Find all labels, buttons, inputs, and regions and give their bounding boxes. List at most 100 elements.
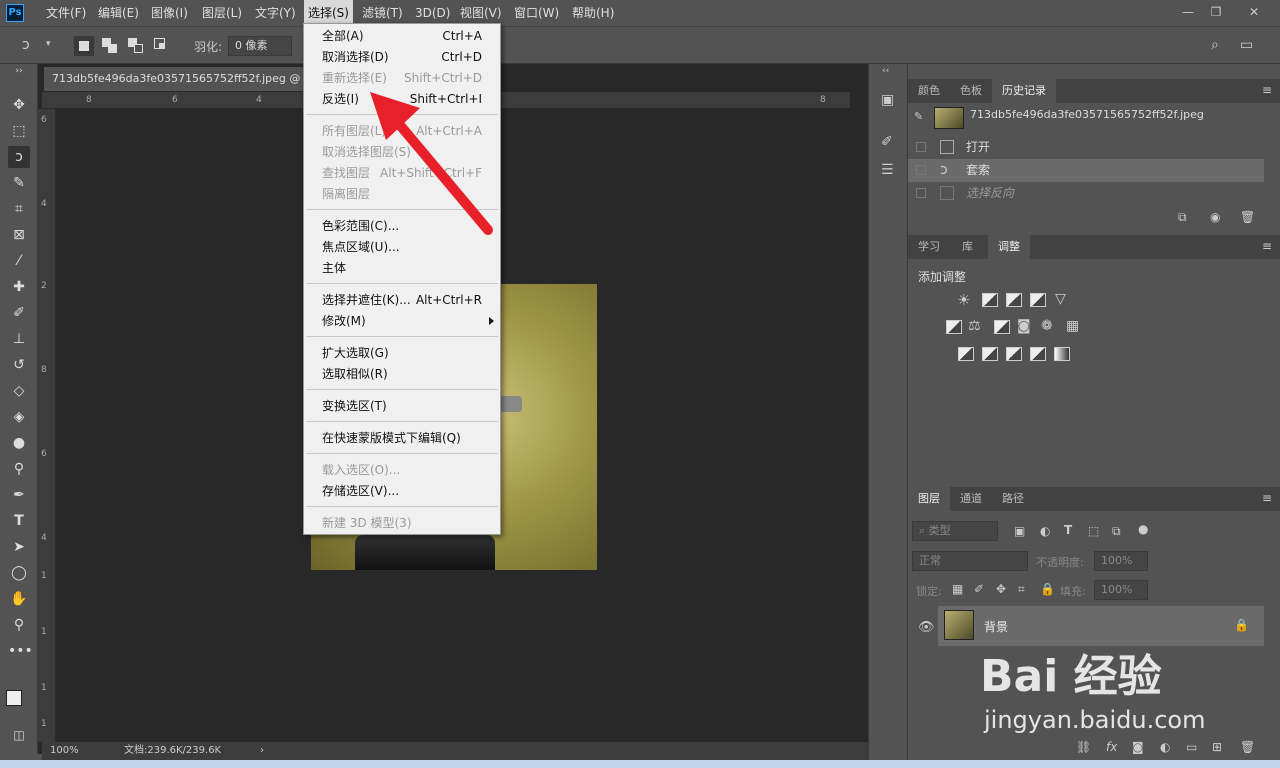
exposure-icon[interactable]	[1030, 293, 1046, 307]
quick-select-tool-icon[interactable]: ✎	[8, 172, 30, 194]
threshold-icon[interactable]	[1006, 347, 1022, 361]
lasso-preset-icon[interactable]: ↄ	[22, 37, 30, 53]
tab-layers[interactable]: 图层	[908, 487, 950, 511]
shape-filter-icon[interactable]: ⬚	[1088, 524, 1099, 538]
lasso-tool-icon[interactable]: ↄ	[8, 146, 30, 168]
menu-window[interactable]: 窗口(W)	[514, 0, 559, 26]
quick-mask-icon[interactable]: ◫	[8, 724, 30, 746]
history-source-icon[interactable]: ✎	[914, 110, 923, 123]
menu-type[interactable]: 文字(Y)	[255, 0, 296, 26]
menu-item-subject[interactable]: 主体	[304, 258, 500, 279]
move-tool-icon[interactable]: ✥	[8, 94, 30, 116]
properties-icon[interactable]: ▣	[881, 92, 894, 108]
chevron-right-icon[interactable]: ›	[260, 742, 264, 760]
new-group-icon[interactable]: ▭	[1186, 740, 1197, 754]
posterize-icon[interactable]	[982, 347, 998, 361]
stamp-tool-icon[interactable]: ⊥	[8, 328, 30, 350]
panel-menu-icon[interactable]: ≡	[1262, 239, 1272, 253]
history-state[interactable]: 打开	[908, 136, 1264, 159]
lock-artboard-icon[interactable]: ⌗	[1018, 582, 1025, 597]
menu-item-quick-mask[interactable]: 在快速蒙版模式下编辑(Q)	[304, 428, 500, 449]
sliders-icon[interactable]: ☰	[881, 162, 894, 178]
chevron-down-icon[interactable]: ▾	[46, 39, 51, 49]
menu-item-save-selection[interactable]: 存储选区(V)...	[304, 481, 500, 502]
filter-toggle-icon[interactable]: ●	[1138, 522, 1148, 536]
hue-saturation-icon[interactable]	[946, 320, 962, 334]
tab-history[interactable]: 历史记录	[992, 79, 1056, 103]
ellipse-tool-icon[interactable]: ◯	[8, 562, 30, 584]
add-selection-button[interactable]	[100, 36, 120, 56]
selective-color-icon[interactable]	[1030, 347, 1046, 361]
invert-icon[interactable]	[958, 347, 974, 361]
collapse-icon[interactable]: ››	[8, 64, 30, 78]
lock-transparent-icon[interactable]: ▦	[952, 582, 963, 596]
adjustment-filter-icon[interactable]: ◐	[1040, 524, 1050, 538]
brush-settings-icon[interactable]: ✐	[881, 134, 893, 150]
vibrance-icon[interactable]: ▽	[1055, 291, 1066, 307]
panel-menu-icon[interactable]: ≡	[1262, 491, 1272, 505]
trash-icon[interactable]: 🗑	[1240, 740, 1255, 754]
add-mask-icon[interactable]: ◙	[1132, 740, 1144, 754]
subtract-selection-button[interactable]	[126, 36, 146, 56]
history-brush-tool-icon[interactable]: ↺	[8, 354, 30, 376]
color-balance-icon[interactable]: ⚖	[968, 318, 981, 334]
restore-icon[interactable]: ❐	[1204, 2, 1228, 22]
blend-mode-select[interactable]: 正常	[912, 551, 1028, 571]
collapse-icon[interactable]: ‹‹	[882, 66, 889, 76]
menu-item-select-and-mask[interactable]: 选择并遮住(K)... Alt+Ctrl+R	[304, 290, 500, 311]
frame-tool-icon[interactable]: ⊠	[8, 224, 30, 246]
search-icon[interactable]: ⌕	[1211, 37, 1219, 53]
fx-icon[interactable]: fx	[1106, 740, 1117, 754]
crop-tool-icon[interactable]: ⌗	[8, 198, 30, 220]
dodge-tool-icon[interactable]: ⚲	[8, 458, 30, 480]
tab-paths[interactable]: 路径	[992, 487, 1034, 511]
minimize-icon[interactable]: —	[1176, 2, 1200, 22]
trash-icon[interactable]: 🗑	[1240, 210, 1255, 224]
marquee-tool-icon[interactable]: ⬚	[8, 120, 30, 142]
camera-icon[interactable]: ◉	[1210, 210, 1220, 224]
new-selection-button[interactable]	[74, 36, 94, 56]
tab-swatches[interactable]: 色板	[950, 79, 992, 103]
type-filter-icon[interactable]: T	[1064, 523, 1072, 537]
document-tab[interactable]: 713db5fe496da3fe03571565752ff52f.jpeg @	[44, 67, 344, 91]
tab-color[interactable]: 颜色	[908, 79, 950, 103]
menu-item-similar[interactable]: 选取相似(R)	[304, 364, 500, 385]
lock-pixels-icon[interactable]: ✐	[974, 582, 984, 596]
lock-all-icon[interactable]: 🔒	[1040, 582, 1055, 596]
smart-object-filter-icon[interactable]: ⧉	[1112, 524, 1121, 539]
tab-libraries[interactable]: 库	[952, 235, 983, 259]
history-snapshot-name[interactable]: 713db5fe496da3fe03571565752ff52f.jpeg	[970, 108, 1204, 121]
menu-help[interactable]: 帮助(H)	[572, 0, 614, 26]
menu-item-select-all[interactable]: 全部(A) Ctrl+A	[304, 26, 500, 47]
gradient-map-icon[interactable]	[1054, 347, 1070, 361]
healing-tool-icon[interactable]: ✚	[8, 276, 30, 298]
curves-icon[interactable]	[1006, 293, 1022, 307]
eyedropper-tool-icon[interactable]: ⁄	[8, 250, 30, 272]
tab-adjustments[interactable]: 调整	[988, 235, 1030, 259]
more-tools-icon[interactable]: •••	[8, 640, 33, 662]
foreground-color-swatch[interactable]	[6, 690, 22, 706]
panel-menu-icon[interactable]: ≡	[1262, 83, 1272, 97]
hand-tool-icon[interactable]: ✋	[8, 588, 30, 610]
menu-image[interactable]: 图像(I)	[151, 0, 188, 26]
eye-icon[interactable]: 👁	[918, 620, 935, 635]
menu-item-modify[interactable]: 修改(M)	[304, 311, 500, 332]
pixel-filter-icon[interactable]: ▣	[1014, 524, 1025, 538]
tab-learn[interactable]: 学习	[908, 235, 950, 259]
close-icon[interactable]: ✕	[1242, 2, 1266, 22]
new-adjustment-icon[interactable]: ◐	[1160, 740, 1170, 754]
history-state[interactable]: 选择反向	[908, 182, 1264, 205]
pen-tool-icon[interactable]: ✒	[8, 484, 30, 506]
opacity-input[interactable]: 100%	[1094, 551, 1148, 571]
menu-edit[interactable]: 编辑(E)	[98, 0, 139, 26]
zoom-tool-icon[interactable]: ⚲	[8, 614, 30, 636]
color-lookup-icon[interactable]: ▦	[1066, 318, 1079, 334]
menu-file[interactable]: 文件(F)	[46, 0, 86, 26]
brightness-icon[interactable]: ☀	[957, 291, 970, 309]
lock-position-icon[interactable]: ✥	[996, 582, 1006, 596]
layer-filter-select[interactable]: ⌕ 类型	[912, 521, 998, 541]
levels-icon[interactable]	[982, 293, 998, 307]
path-select-tool-icon[interactable]: ➤	[8, 536, 30, 558]
photo-filter-icon[interactable]: ◙	[1017, 318, 1031, 334]
tab-channels[interactable]: 通道	[950, 487, 992, 511]
